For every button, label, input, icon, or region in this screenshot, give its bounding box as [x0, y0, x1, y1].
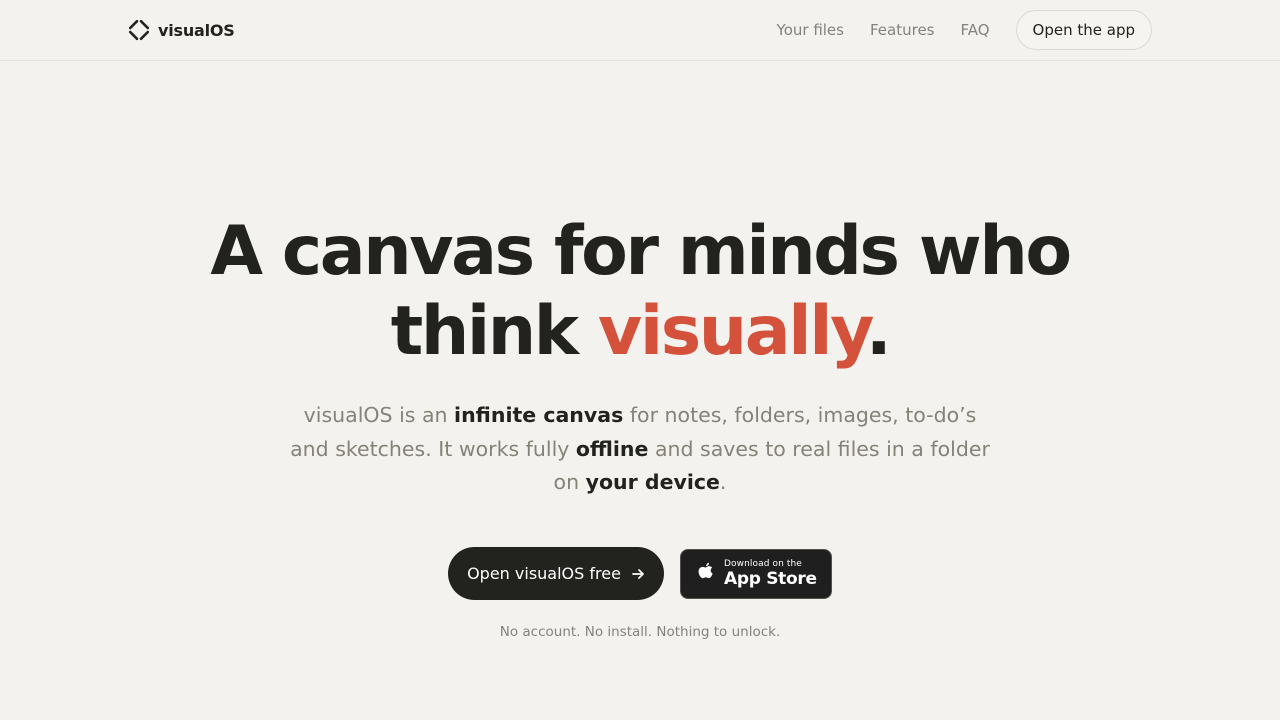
nav-link-features[interactable]: Features — [870, 21, 935, 39]
hero-title-accent: visually — [597, 292, 868, 371]
subtitle-emphasis-your-device: your device — [585, 470, 720, 494]
app-store-text: Download on the App Store — [724, 558, 817, 589]
open-app-button[interactable]: Open the app — [1015, 10, 1152, 50]
arrow-right-icon — [631, 567, 645, 581]
cta-note: No account. No install. Nothing to unloc… — [499, 624, 781, 640]
app-store-badge[interactable]: Download on the App Store — [680, 548, 832, 599]
nav-link-your-files[interactable]: Your files — [777, 21, 844, 39]
subtitle-emphasis-offline: offline — [575, 436, 649, 461]
open-visualos-free-label: Open visualOS free — [467, 564, 621, 583]
brand-name: visualOS — [158, 20, 235, 40]
subtitle-emphasis-infinite-canvas: infinite canvas — [454, 403, 624, 427]
hero-title-line2: think — [390, 292, 598, 371]
subtitle-text: visualOS is an — [303, 403, 455, 427]
visualos-logo-icon — [128, 19, 150, 41]
brand-logo-link[interactable]: visualOS — [128, 18, 235, 42]
cta-row: Open visualOS free Download on the App S… — [448, 547, 832, 600]
hero-subtitle: visualOS is an infinite canvas for notes… — [290, 399, 990, 500]
main-nav: Your files Features FAQ Open the app — [777, 10, 1152, 50]
hero-title: A canvas for minds who think visually. — [0, 212, 1280, 372]
apple-icon — [695, 561, 717, 587]
nav-link-faq[interactable]: FAQ — [960, 21, 989, 39]
open-visualos-free-button[interactable]: Open visualOS free — [448, 547, 664, 600]
top-navigation-bar: visualOS Your files Features FAQ Open th… — [0, 0, 1280, 61]
hero-title-period: . — [865, 292, 892, 371]
app-store-small-label: Download on the — [724, 558, 802, 569]
app-store-big-label: App Store — [724, 568, 817, 589]
hero-title-line1: A canvas for minds who — [210, 212, 1072, 291]
subtitle-text: . — [719, 470, 727, 494]
